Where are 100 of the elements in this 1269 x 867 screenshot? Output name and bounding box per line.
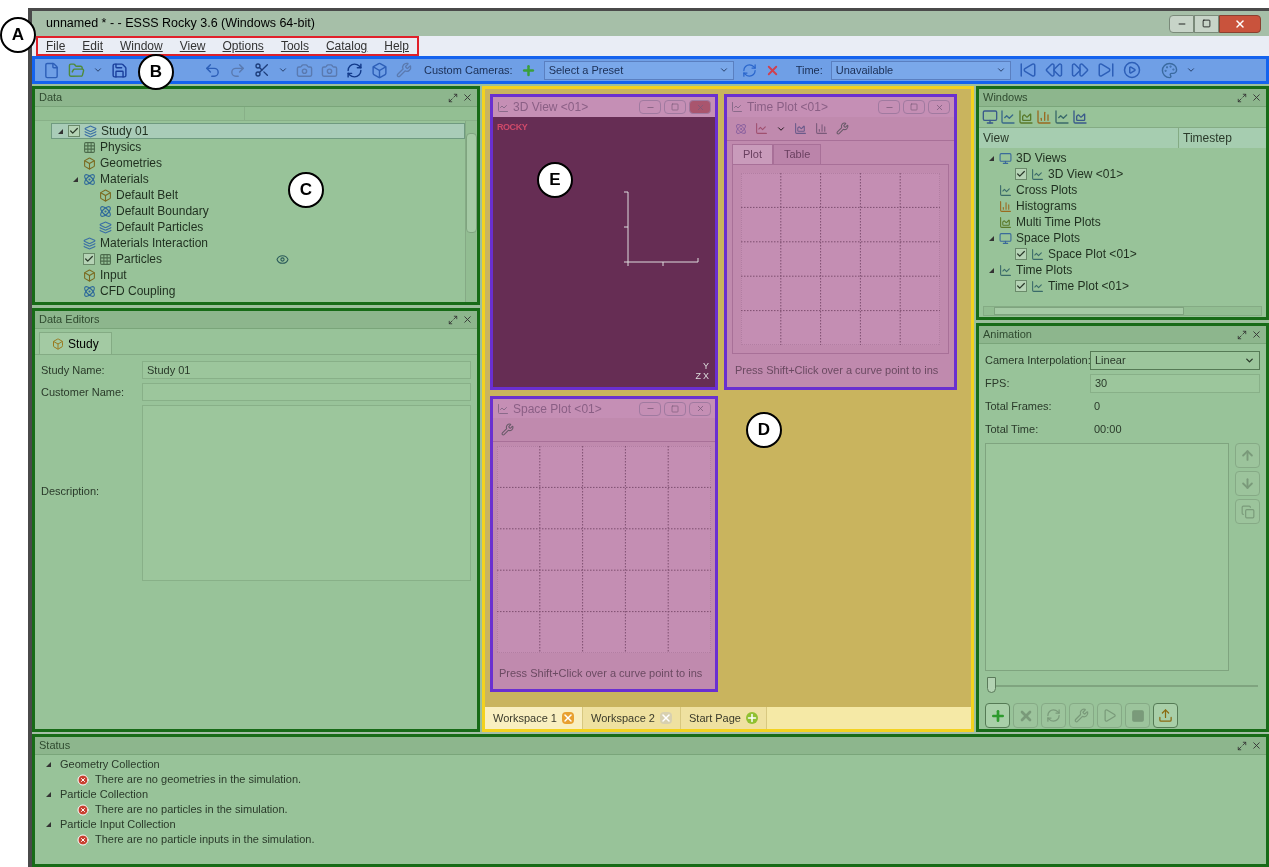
menu-item[interactable]: Window — [120, 37, 163, 55]
tree-row[interactable]: Physics — [51, 139, 150, 155]
export-button[interactable] — [1153, 703, 1178, 728]
fast-forward-icon[interactable] — [1070, 61, 1089, 79]
new-file-icon[interactable] — [43, 61, 60, 79]
plot-tab[interactable]: Plot — [732, 144, 773, 164]
close-button[interactable] — [928, 100, 950, 114]
collapse-arrow-icon[interactable] — [987, 234, 995, 242]
menu-item[interactable]: Help — [384, 37, 409, 55]
cube-icon[interactable] — [371, 61, 388, 79]
close-icon[interactable] — [1251, 92, 1262, 103]
float-icon[interactable] — [448, 314, 458, 325]
chart-icon[interactable] — [1000, 109, 1016, 125]
rotate-icon[interactable] — [346, 61, 363, 79]
monitor-icon[interactable] — [982, 109, 998, 125]
checkbox[interactable] — [68, 125, 80, 137]
area-chart-icon[interactable] — [1072, 109, 1088, 125]
add-button[interactable] — [985, 703, 1010, 728]
last-frame-icon[interactable] — [1096, 61, 1115, 79]
tree-row[interactable]: Time Plot <01> — [983, 278, 1137, 294]
tree-row[interactable]: Cross Plots — [983, 182, 1086, 198]
add-icon[interactable] — [746, 712, 758, 724]
open-folder-icon[interactable] — [68, 61, 85, 79]
tree-row[interactable]: Time Plots — [983, 262, 1081, 278]
atom-icon[interactable] — [735, 122, 747, 135]
add-icon[interactable] — [520, 62, 536, 78]
wrench-icon[interactable] — [396, 62, 412, 78]
tree-row[interactable]: Materials Interaction — [51, 235, 217, 251]
rewind-icon[interactable] — [1044, 61, 1063, 79]
tree-row[interactable]: Input — [51, 267, 135, 283]
eye-icon[interactable] — [276, 252, 289, 266]
chart-icon[interactable] — [755, 122, 768, 135]
close-icon[interactable] — [562, 712, 574, 724]
redo-icon[interactable] — [229, 61, 246, 79]
tree-row[interactable]: 3D View <01> — [983, 166, 1132, 182]
refresh-icon[interactable] — [741, 62, 757, 78]
close-icon[interactable] — [462, 314, 473, 325]
tree-row[interactable]: 3D Views — [983, 150, 1075, 166]
undo-icon[interactable] — [204, 61, 221, 79]
collapse-arrow-icon[interactable] — [45, 791, 52, 798]
close-button[interactable] — [689, 401, 711, 416]
bar-chart-icon[interactable] — [1036, 109, 1052, 125]
checkbox[interactable] — [1015, 248, 1027, 260]
minimize-button[interactable] — [1169, 14, 1194, 33]
menu-item[interactable]: Tools — [280, 37, 309, 55]
bar-chart-icon[interactable] — [815, 122, 828, 135]
collapse-arrow-icon[interactable] — [45, 761, 52, 768]
collapse-arrow-icon[interactable] — [45, 821, 52, 828]
close-icon[interactable] — [1251, 740, 1262, 751]
maximize-button[interactable] — [903, 100, 925, 114]
horizontal-scrollbar[interactable] — [983, 306, 1262, 316]
input-field[interactable]: Study 01 — [142, 361, 471, 379]
close-icon[interactable] — [1251, 329, 1262, 340]
chart-icon[interactable] — [1054, 109, 1070, 125]
float-icon[interactable] — [1237, 740, 1247, 751]
input-field[interactable]: 30 — [1090, 373, 1260, 393]
float-icon[interactable] — [1237, 329, 1247, 340]
camera-icon[interactable] — [321, 61, 338, 79]
tree-row[interactable]: Materials — [51, 171, 157, 187]
float-icon[interactable] — [1237, 92, 1247, 103]
column-header[interactable]: Timestep — [1179, 128, 1236, 148]
area-chart-icon[interactable] — [1018, 109, 1034, 125]
tree-row[interactable]: Default Particles — [51, 219, 212, 235]
checkbox[interactable] — [1015, 280, 1027, 292]
dropdown-caret-icon[interactable] — [93, 65, 103, 75]
menu-item[interactable]: Catalog — [325, 37, 368, 55]
minimize-button[interactable] — [639, 100, 661, 114]
maximize-button[interactable] — [664, 401, 686, 416]
menu-item[interactable]: Edit — [82, 37, 104, 55]
menu-item[interactable]: File — [46, 37, 66, 55]
tree-row[interactable]: Geometries — [51, 155, 171, 171]
workspace-tab[interactable]: Workspace 2 — [583, 707, 681, 729]
collapse-arrow-icon[interactable] — [987, 154, 995, 162]
camera-icon[interactable] — [296, 61, 313, 79]
status-group[interactable]: Geometry Collection — [60, 756, 160, 773]
collapse-arrow-icon[interactable] — [71, 175, 79, 183]
tree-row[interactable]: Default Belt — [51, 187, 187, 203]
palette-icon[interactable] — [1160, 61, 1178, 79]
tree-row[interactable]: Space Plot <01> — [983, 246, 1145, 262]
tree-row[interactable]: Study 01 — [51, 123, 465, 139]
wrench-icon[interactable] — [836, 122, 849, 135]
close-button[interactable] — [689, 100, 711, 114]
dropdown-caret-icon[interactable] — [278, 65, 288, 75]
scrollbar[interactable] — [465, 121, 477, 302]
preset-dropdown[interactable]: Select a Preset — [543, 60, 734, 80]
tree-row[interactable]: Default Boundary — [51, 203, 217, 219]
status-group[interactable]: Particle Collection — [60, 786, 149, 803]
collapse-arrow-icon[interactable] — [56, 127, 64, 135]
interpolation-dropdown[interactable]: Linear — [1090, 350, 1260, 370]
maximize-button[interactable] — [664, 100, 686, 114]
dropdown-caret-icon[interactable] — [1185, 65, 1196, 75]
status-group[interactable]: Particle Input Collection — [60, 816, 176, 833]
workspace-tab[interactable]: Start Page — [681, 707, 767, 729]
column-header[interactable]: View — [979, 128, 1179, 148]
maximize-button[interactable] — [1194, 14, 1219, 33]
slider-thumb[interactable] — [987, 677, 996, 693]
editor-tab[interactable]: Study — [39, 332, 112, 354]
minimize-button[interactable] — [639, 401, 661, 416]
float-icon[interactable] — [448, 92, 458, 103]
menu-item[interactable]: View — [179, 37, 206, 55]
